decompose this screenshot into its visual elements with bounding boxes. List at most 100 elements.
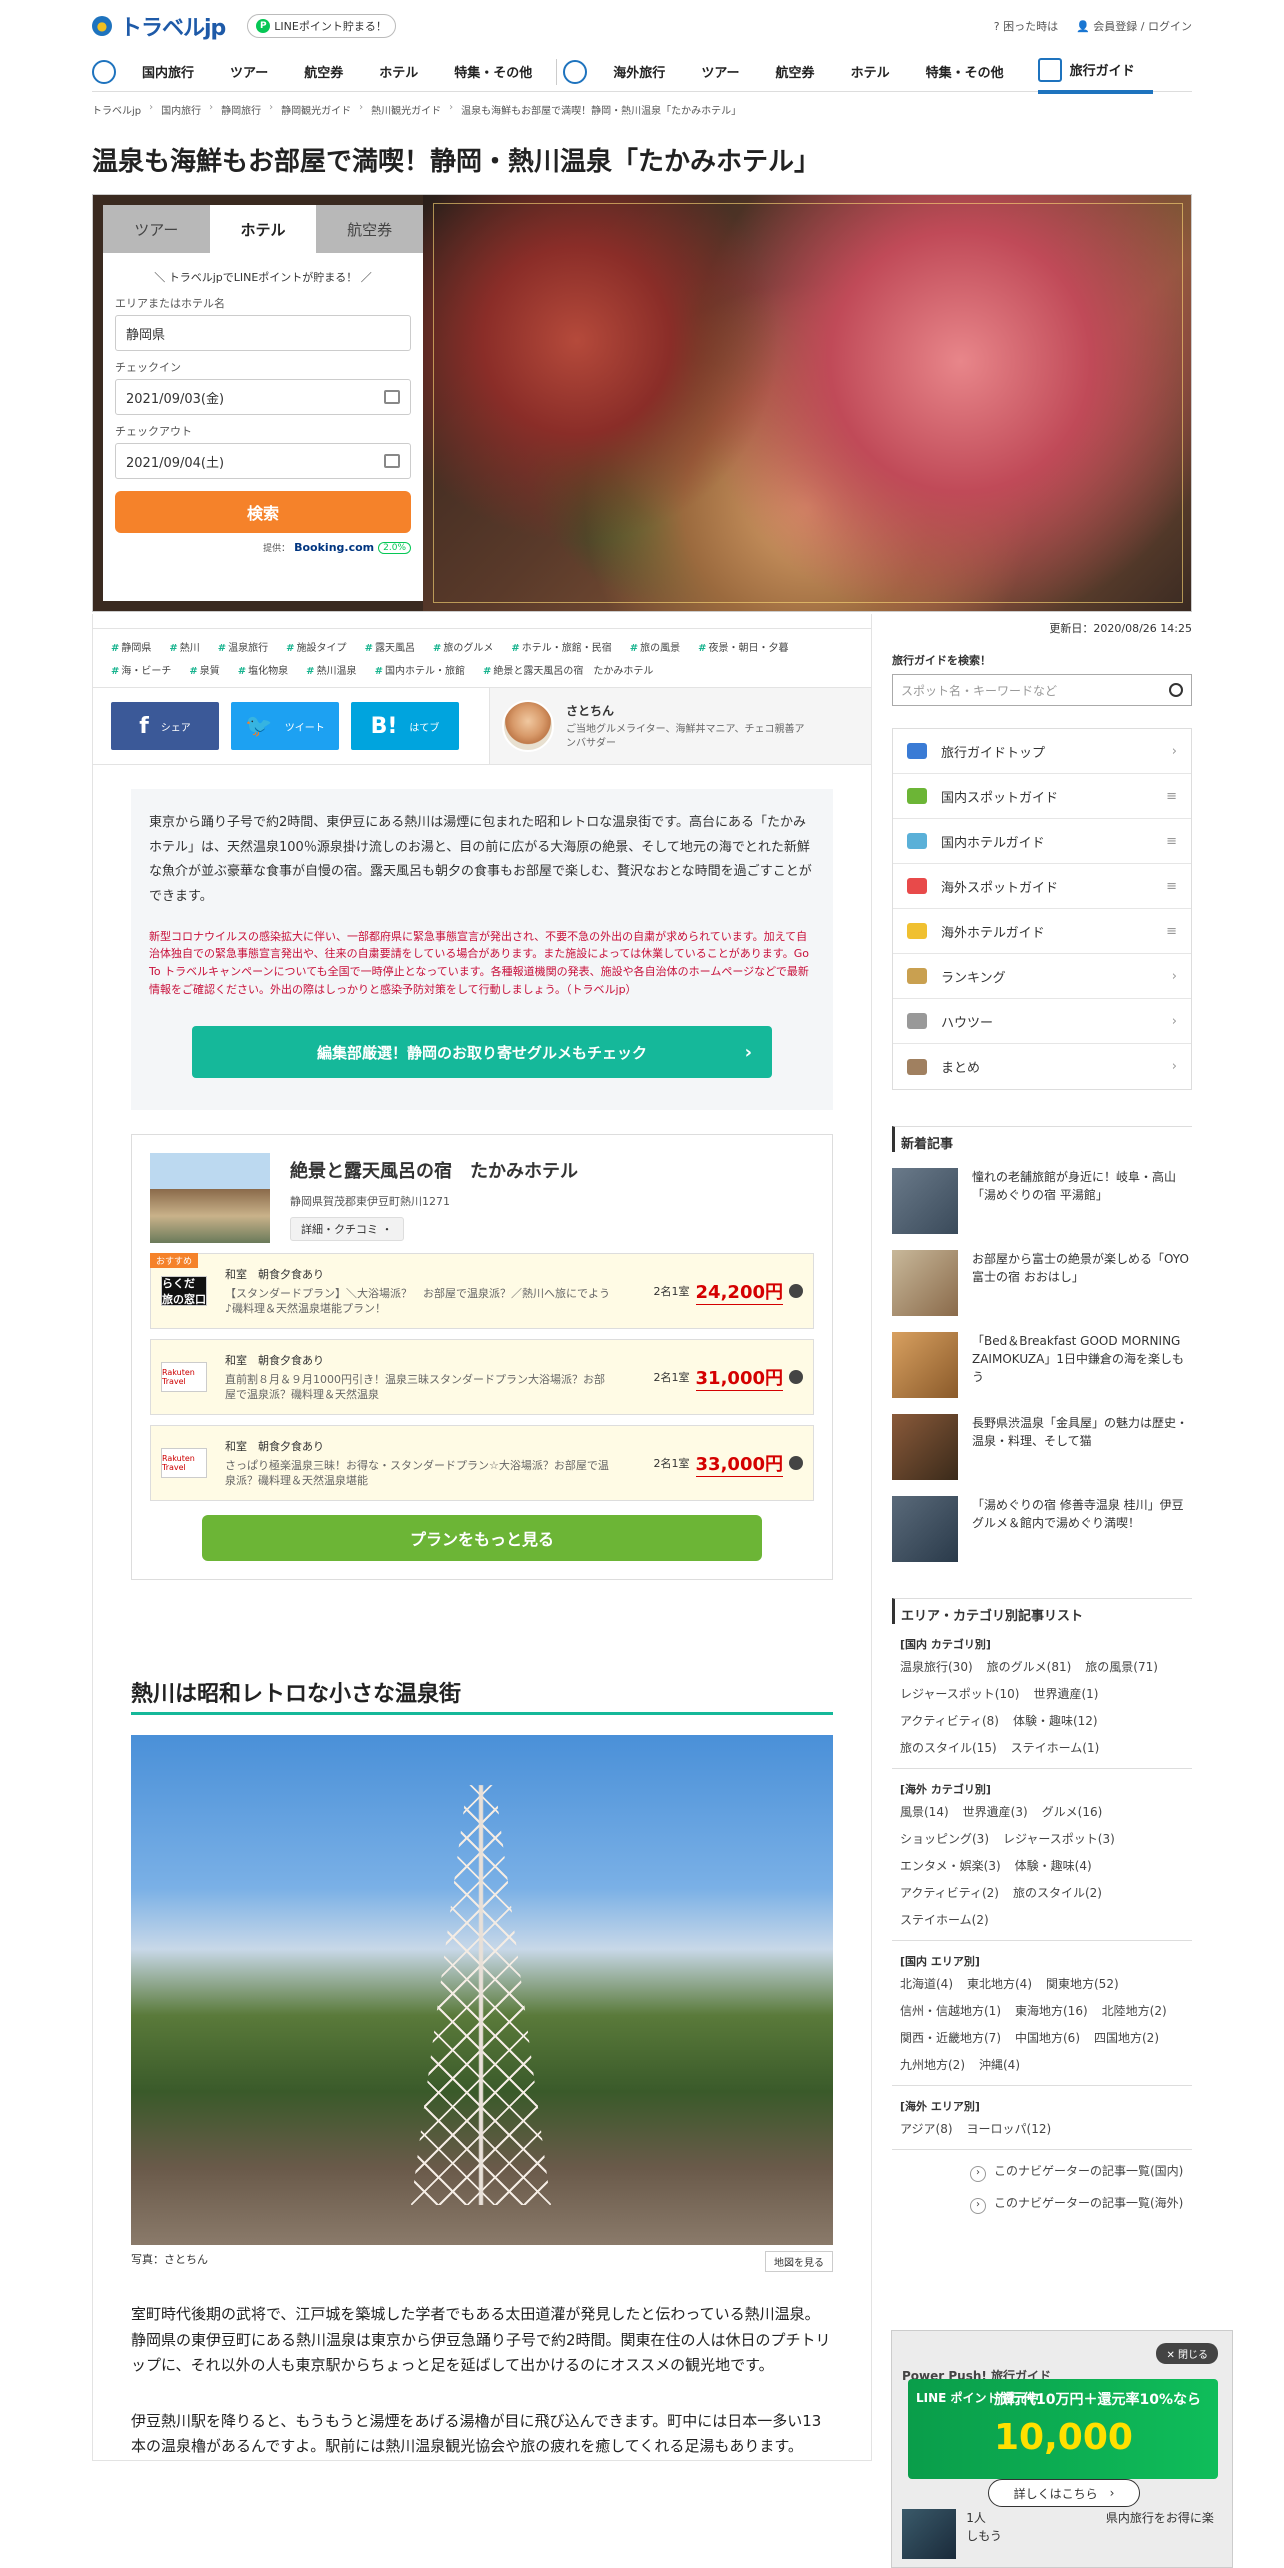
sidebar-item-ranking[interactable]: ランキング › [893,954,1191,999]
sidebar-item-howto[interactable]: ハウツー › [893,999,1191,1044]
category-link[interactable]: グルメ(16) [1042,1803,1103,1820]
nav-item-guide[interactable]: 旅行ガイド [1037,50,1153,94]
area-input[interactable]: 静岡県 [115,315,411,351]
category-link[interactable]: ステイホーム(2) [900,1911,989,1928]
hatena-share-button[interactable]: B! はてブ [351,702,459,750]
nav-item-overseas[interactable]: 海外旅行 [595,52,683,92]
news-item[interactable]: お部屋から富士の絶景が楽しめる「OYO 富士の宿 おおはし」 [892,1250,1192,1316]
breadcrumb-item[interactable]: トラベルjp [92,102,141,117]
facebook-share-button[interactable]: f シェア [111,702,219,750]
tab-air[interactable]: 航空券 [316,205,424,253]
sidebar-item-guide-top[interactable]: 旅行ガイドトップ › [893,729,1191,774]
category-link[interactable]: 体験・趣味(4) [1015,1857,1092,1874]
category-link[interactable]: 旅のグルメ(81) [987,1658,1072,1675]
category-link[interactable]: レジャースポット(3) [1003,1830,1115,1847]
category-link[interactable]: 体験・趣味(12) [1013,1712,1098,1729]
tag[interactable]: 旅の風景 [630,639,680,654]
category-link[interactable]: 四国地方(2) [1094,2029,1159,2046]
nav-item-air-overseas[interactable]: 航空券 [758,52,833,92]
category-link[interactable]: 沖縄(4) [979,2056,1020,2073]
gourmet-button[interactable]: 編集部厳選！静岡のお取り寄せグルメもチェック [192,1026,772,1079]
category-link[interactable]: 風景(14) [900,1803,949,1820]
tag[interactable]: 露天風呂 [365,639,415,654]
search-button[interactable]: 検索 [115,491,411,533]
news-item[interactable]: 長野県渋温泉「金具屋」の魅力は歴史・温泉・料理、そして猫 [892,1414,1192,1480]
nav-item-air[interactable]: 航空券 [286,52,361,92]
category-link[interactable]: 東海地方(16) [1015,2002,1088,2019]
category-link[interactable]: レジャースポット(10) [900,1685,1019,1702]
category-link[interactable]: 温泉旅行(30) [900,1658,973,1675]
news-item[interactable]: 「湯めぐりの宿 修善寺温泉 桂川」伊豆グルメ＆館内で湯めぐり満喫！ [892,1496,1192,1562]
tag[interactable]: 静岡県 [111,639,151,654]
category-link[interactable]: 東北地方(4) [967,1975,1032,1992]
category-link[interactable]: 信州・信越地方(1) [900,2002,1001,2019]
tag[interactable]: 施設タイプ [286,639,347,654]
tab-tour[interactable]: ツアー [103,205,210,253]
plan-row[interactable]: おすすめ らくだ 旅の窓口 和室 朝食夕食あり 【スタンダードプラン】＼大浴場派… [150,1253,814,1330]
map-button[interactable]: 地図を見る [765,2251,833,2273]
breadcrumb-item[interactable]: 静岡観光ガイド [281,102,351,117]
sidebar-item-domestic-hotel[interactable]: 国内ホテルガイド ≡ [893,819,1191,864]
navigator-articles-overseas[interactable]: このナビゲーターの記事一覧(海外) [892,2194,1192,2214]
nav-item-special[interactable]: 特集・その他 [436,52,550,92]
plan-row[interactable]: Rakuten Travel 和室 朝食夕食あり さっぱり極楽温泉三昧！お得な・… [150,1425,814,1502]
tag[interactable]: 温泉旅行 [218,639,268,654]
hotel-thumbnail[interactable] [150,1153,270,1244]
tag[interactable]: 塩化物泉 [238,662,288,677]
category-link[interactable]: 中国地方(6) [1015,2029,1080,2046]
tag[interactable]: 国内ホテル・旅館 [375,662,465,677]
more-plans-button[interactable]: プランをもっと見る [202,1515,762,1562]
plan-row[interactable]: Rakuten Travel 和室 朝食夕食あり 直前割８月＆９月1000円引き… [150,1339,814,1416]
category-link[interactable]: ヨーロッパ(12) [967,2120,1052,2137]
category-link[interactable]: 関西・近畿地方(7) [900,2029,1001,2046]
nav-item-hotel-overseas[interactable]: ホテル [833,52,908,92]
twitter-share-button[interactable]: 🐦 ツイート [231,702,339,750]
sidebar-search-input[interactable]: スポット名・キーワードなど [892,674,1192,706]
login-link[interactable]: 👤 会員登録 / ログイン [1076,18,1192,34]
close-button[interactable]: ✕ 閉じる [1156,2343,1218,2364]
category-link[interactable]: 世界遺産(3) [963,1803,1028,1820]
sidebar-item-overseas-spot[interactable]: 海外スポットガイド ≡ [893,864,1191,909]
category-link[interactable]: 旅の風景(71) [1085,1658,1158,1675]
tag[interactable]: ホテル・旅館・民宿 [511,639,612,654]
line-points-pill[interactable]: P LINEポイント貯まる！ [247,14,396,38]
tag[interactable]: 夜景・朝日・夕暮 [698,639,789,654]
category-link[interactable]: 北陸地方(2) [1102,2002,1167,2019]
category-link[interactable]: アクティビティ(2) [900,1884,999,1901]
tab-hotel[interactable]: ホテル [209,205,317,253]
category-link[interactable]: 北海道(4) [900,1975,953,1992]
category-link[interactable]: 旅のスタイル(2) [1013,1884,1102,1901]
breadcrumb-item[interactable]: 熱川観光ガイド [371,102,441,117]
tag[interactable]: 熱川温泉 [306,662,357,677]
category-link[interactable]: エンタメ・娯楽(3) [900,1857,1001,1874]
checkout-input[interactable]: 2021/09/04(土) [115,443,411,479]
nav-item-tour-overseas[interactable]: ツアー [683,52,757,92]
author[interactable]: さとちん ご当地グルメライター、海鮮丼マニア、チェコ親善アンバサダー [489,688,871,764]
tag[interactable]: 絶景と露天風呂の宿 たかみホテル [483,662,653,677]
checkin-input[interactable]: 2021/09/03(金) [115,379,411,415]
breadcrumb-item[interactable]: 静岡旅行 [221,102,261,117]
sidebar-item-overseas-hotel[interactable]: 海外ホテルガイド ≡ [893,909,1191,954]
nav-item-domestic[interactable]: 国内旅行 [124,52,212,92]
category-link[interactable]: 旅のスタイル(15) [900,1739,997,1756]
category-link[interactable]: アジア(8) [900,2120,953,2137]
news-item[interactable]: 「Bed＆Breakfast GOOD MORNING ZAIMOKUZA」1日… [892,1332,1192,1398]
category-link[interactable]: 世界遺産(1) [1033,1685,1098,1702]
nav-item-tour[interactable]: ツアー [212,52,286,92]
help-link[interactable]: ? 困った時は [994,18,1058,34]
details-button[interactable]: 詳しくはこちら › [988,2479,1140,2507]
category-link[interactable]: 九州地方(2) [900,2056,965,2073]
breadcrumb-item[interactable]: 国内旅行 [161,102,201,117]
powerpush-item[interactable]: 1人 県内旅行をお得に楽しもう [902,2509,1222,2559]
tag[interactable]: 海・ビーチ [111,662,171,677]
category-link[interactable]: ショッピング(3) [900,1830,989,1847]
calendar-icon[interactable] [384,390,400,404]
category-link[interactable]: ステイホーム(1) [1011,1739,1100,1756]
hotel-detail-button[interactable]: 詳細・クチコミ ・ [290,1217,404,1242]
category-link[interactable]: 関東地方(52) [1046,1975,1119,1992]
tag[interactable]: 熱川 [169,639,200,654]
calendar-icon[interactable] [384,454,400,468]
nav-item-special-overseas[interactable]: 特集・その他 [908,52,1022,92]
logo[interactable]: ● トラベルjp P LINEポイント貯まる！ [92,10,396,42]
sidebar-item-domestic-spot[interactable]: 国内スポットガイド ≡ [893,774,1191,819]
